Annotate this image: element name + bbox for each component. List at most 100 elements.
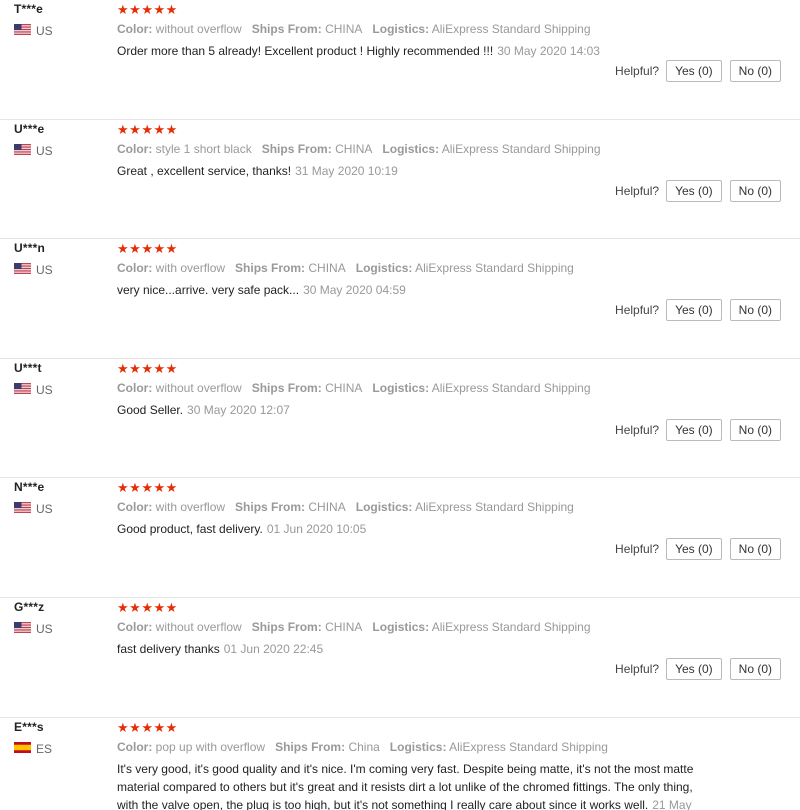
helpful-no-button[interactable]: No (0): [729, 657, 781, 680]
helpful-no-button[interactable]: No (0): [729, 538, 781, 561]
ships-from-value: CHINA: [308, 261, 346, 276]
color-key: Color:: [117, 261, 153, 276]
review-text: fast delivery thanks 01 Jun 2020 22:45: [117, 640, 717, 658]
reviewer-name: T***e: [14, 2, 44, 16]
review-body: Good Seller.: [117, 402, 184, 417]
ships-from-value: CHINA: [335, 141, 373, 156]
helpful-no-button[interactable]: No (0): [729, 299, 781, 322]
helpful-yes-button[interactable]: Yes (0): [666, 418, 722, 441]
review-meta: Color: pop up with overflow Ships From: C…: [117, 740, 618, 754]
logistics-value: AliExpress Standard Shipping: [431, 380, 591, 395]
helpful-yes-button[interactable]: Yes (0): [666, 60, 722, 82]
helpful-yes-button[interactable]: Yes (0): [666, 299, 722, 322]
helpful-label: Helpful?: [615, 303, 660, 318]
country-code: US: [36, 24, 53, 38]
star-icon: ★: [141, 121, 154, 137]
helpful-yes-button[interactable]: Yes (0): [666, 179, 722, 202]
reviewer-country: US: [14, 263, 53, 277]
country-flag-icon: [14, 741, 36, 756]
star-icon: ★: [117, 121, 130, 137]
reviewer-country: US: [14, 621, 53, 636]
color-value: without overflow: [155, 619, 242, 634]
star-icon: ★: [141, 480, 154, 496]
logistics-key: Logistics:: [355, 500, 413, 515]
logistics-key: Logistics:: [389, 739, 447, 754]
reviewer-name: U***e: [14, 121, 45, 136]
color-key: Color:: [117, 739, 153, 754]
country-flag-icon: [14, 24, 36, 38]
star-rating: ★★★★★: [117, 720, 178, 736]
star-icon: ★: [141, 241, 154, 257]
logistics-value: AliExpress Standard Shipping: [415, 261, 574, 276]
review-meta: Color: with overflow Ships From: CHINA Log…: [117, 261, 584, 275]
helpful-label: Helpful?: [615, 183, 660, 198]
helpful-yes-button[interactable]: Yes (0): [666, 538, 722, 561]
star-icon: ★: [141, 2, 154, 17]
review-item: E***s ES ★★★★★ Color: pop up with overflow S…: [0, 718, 800, 810]
star-rating: ★★★★★: [117, 480, 178, 496]
ships-from-value: CHINA: [325, 619, 363, 634]
color-value: pop up with overflow: [155, 739, 266, 754]
ships-from-key: Ships From:: [261, 141, 332, 156]
reviewer-country: ES: [14, 741, 53, 756]
star-icon: ★: [153, 2, 166, 17]
country-code: ES: [36, 741, 53, 756]
ships-from-value: CHINA: [325, 22, 363, 36]
country-flag-icon: [14, 143, 36, 158]
color-value: without overflow: [155, 380, 242, 395]
logistics-key: Logistics:: [372, 619, 430, 634]
ships-from-value: China: [348, 739, 380, 754]
star-icon: ★: [153, 241, 166, 257]
ships-from-key: Ships From:: [251, 22, 322, 36]
star-icon: ★: [117, 480, 130, 496]
review-item: N***e US ★★★★★ Color: with overflow Ships Fr…: [0, 478, 800, 598]
star-icon: ★: [129, 480, 142, 496]
helpful-controls: Helpful? Yes (0) No (0): [615, 299, 781, 322]
review-date: 31 May 2020 10:19: [295, 163, 398, 178]
review-body: It's very good, it's good quality and it…: [117, 761, 694, 810]
helpful-no-button[interactable]: No (0): [729, 179, 781, 202]
star-icon: ★: [153, 719, 166, 735]
star-icon: ★: [129, 360, 142, 376]
star-icon: ★: [129, 121, 142, 137]
reviewer-country: US: [14, 502, 53, 516]
ships-from-key: Ships From:: [275, 739, 346, 754]
star-icon: ★: [153, 480, 166, 496]
country-flag-icon: [14, 263, 36, 277]
review-body: Order more than 5 already! Excellent pro…: [117, 44, 494, 58]
review-date: 01 Jun 2020 22:45: [223, 641, 324, 656]
ships-from-value: CHINA: [325, 380, 363, 395]
helpful-yes-button[interactable]: Yes (0): [666, 657, 722, 680]
helpful-no-button[interactable]: No (0): [729, 60, 781, 82]
star-icon: ★: [153, 121, 166, 137]
star-icon: ★: [129, 599, 142, 615]
ships-from-key: Ships From:: [235, 261, 306, 276]
star-icon: ★: [141, 599, 154, 615]
logistics-key: Logistics:: [372, 22, 430, 36]
helpful-no-button[interactable]: No (0): [729, 418, 781, 441]
country-code: US: [36, 143, 53, 158]
logistics-key: Logistics:: [355, 261, 413, 276]
review-text: Great , excellent service, thanks! 31 May…: [117, 162, 717, 180]
reviewer-name: E***s: [14, 719, 44, 734]
star-rating: ★★★★★: [117, 241, 178, 257]
review-date: 30 May 2020 12:07: [187, 402, 290, 417]
reviewer-name: N***e: [14, 480, 45, 495]
review-body: Good product, fast delivery.: [117, 522, 263, 537]
logistics-value: AliExpress Standard Shipping: [431, 619, 591, 634]
review-text: very nice...arrive. very safe pack... 30 …: [117, 281, 717, 299]
country-flag-icon: [14, 621, 36, 636]
star-icon: ★: [117, 2, 130, 17]
country-code: US: [36, 263, 53, 278]
reviewer-name: U***n: [14, 241, 46, 256]
helpful-controls: Helpful? Yes (0) No (0): [615, 179, 781, 202]
color-key: Color:: [117, 22, 153, 36]
reviewer-name: U***t: [14, 360, 42, 375]
review-item: T***e US ★★★★★ Color: without overflow Ships…: [0, 0, 800, 120]
review-meta: Color: without overflow Ships From: CHINA…: [117, 22, 601, 36]
ships-from-key: Ships From:: [235, 500, 306, 515]
review-item: U***e US ★★★★★ Color: style 1 short black Sh…: [0, 120, 800, 240]
star-icon: ★: [153, 360, 166, 376]
review-item: G***z US ★★★★★ Color: without overflow Ships…: [0, 598, 800, 718]
review-meta: Color: without overflow Ships From: CHINA…: [117, 381, 601, 395]
